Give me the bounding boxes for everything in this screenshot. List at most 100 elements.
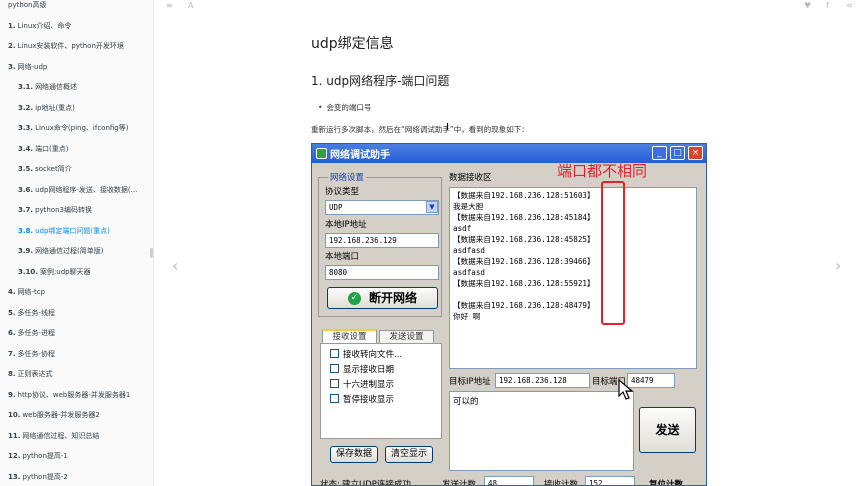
sidebar-item-number: 7. <box>8 349 16 358</box>
sidebar-item[interactable]: 3.8. udp绑定端口问题(重点) <box>0 222 153 240</box>
sidebar-item[interactable]: 3.7. python3编码转换 <box>0 201 153 219</box>
sidebar-item[interactable]: 7. 多任务-协程 <box>0 345 153 363</box>
sidebar-item-number: 3.4. <box>18 144 34 153</box>
sidebar-item[interactable]: 12. python提高-1 <box>0 447 153 465</box>
tab-send-settings: 发送设置 <box>379 330 434 344</box>
sidebar-item-number: 10. <box>8 411 21 419</box>
sidebar-item[interactable]: 11. 网络通信过程、知识总结 <box>0 427 153 445</box>
prev-page-icon[interactable]: ‹ <box>172 256 178 275</box>
annotation-box <box>601 181 625 325</box>
sidebar-item-number: 11. <box>8 431 21 440</box>
share-icon[interactable]: ⋖ <box>846 0 853 12</box>
sidebar-item[interactable]: 9. http协议、web服务器-并发服务器1 <box>0 386 153 404</box>
sidebar-item-number: 3. <box>8 62 16 71</box>
sidebar-item-label: 网络通信过程、知识总结 <box>22 431 100 440</box>
recv-option: 显示接收日期 <box>330 363 394 375</box>
save-data-button: 保存数据 <box>330 446 378 463</box>
check-circle-icon: ✓ <box>347 292 361 305</box>
sidebar-item-number: 2. <box>8 42 16 50</box>
recv-option: 暂停接收显示 <box>330 393 394 405</box>
reset-count-label: 复位计数 <box>649 480 684 486</box>
protocol-label: 协议类型 <box>325 187 360 197</box>
text-cursor-icon: I <box>446 122 449 133</box>
sidebar-item-label: 端口(重点) <box>35 144 69 153</box>
sidebar-item-label: 多任务-线程 <box>17 308 56 317</box>
next-page-icon[interactable]: › <box>835 256 841 275</box>
font-settings-icon[interactable]: A <box>188 0 193 12</box>
status-label: 状态: <box>320 480 340 486</box>
recv-count-label: 接收计数 <box>544 480 579 486</box>
sidebar-item[interactable]: 3.10. 案例:udp聊天器 <box>0 263 153 281</box>
recv-line: 【数据来自192.168.236.128:45184】 <box>453 213 595 222</box>
chevron-down-icon: ▼ <box>426 201 438 213</box>
target-ip-label: 目标IP地址 <box>449 377 491 387</box>
tab-recv-settings: 接收设置 <box>322 329 377 343</box>
sidebar-item-label: 多任务-进程 <box>17 329 56 337</box>
sidebar-item-number: 12. <box>8 452 21 460</box>
sidebar-item[interactable]: 3.3. Linux命令(ping、ifconfig等) <box>0 119 153 137</box>
sidebar-item-number: 1. <box>8 21 16 30</box>
disconnect-label: 断开网络 <box>368 291 417 305</box>
window-title: 网络调试助手 <box>330 150 390 161</box>
sidebar-item[interactable]: 13. python提高-2 <box>0 468 153 486</box>
sidebar-item-label: socket简介 <box>35 165 72 173</box>
sidebar-item-label: Linux安装软件、python开发环境 <box>17 42 124 50</box>
sidebar-item[interactable]: python高级 <box>0 0 153 14</box>
sidebar-item[interactable]: 10. web服务器-并发服务器2 <box>0 406 153 424</box>
local-ip-label: 本地IP地址 <box>325 220 367 230</box>
window-titlebar: 网络调试助手 _ □ × <box>312 144 706 163</box>
app-screenshot: 网络调试助手 _ □ × 网络设置 协议类型 UDP ▼ 本地IP地址 192.… <box>311 143 707 486</box>
sidebar-item-number: 3.10. <box>18 267 38 276</box>
sidebar-item-number: 4. <box>8 288 16 296</box>
section-heading: 1. udp网络程序-端口问题 <box>311 74 450 88</box>
recv-line: asdfasd <box>453 268 486 277</box>
sidebar-item-number: 9. <box>8 390 16 399</box>
close-icon: × <box>688 146 703 160</box>
sidebar-scrollbar[interactable] <box>150 248 153 258</box>
send-count-label: 发送计数 <box>442 480 477 486</box>
sidebar-item[interactable]: 5. 多任务-线程 <box>0 304 153 322</box>
checkbox-icon <box>330 349 339 358</box>
sidebar-item[interactable]: 3.6. udp网络程序-发送、接收数据(... <box>0 181 153 199</box>
facebook-icon[interactable]: f <box>826 0 829 12</box>
sidebar-item[interactable]: 4. 网络-tcp <box>0 283 153 301</box>
sidebar-item-label: python3编码转换 <box>35 206 93 214</box>
recv-count-field: 152 <box>585 476 635 485</box>
sidebar-item-number: 3.2. <box>18 103 34 112</box>
sidebar-item[interactable]: 2. Linux安装软件、python开发环境 <box>0 37 153 55</box>
sidebar-item-label: python高级 <box>8 1 47 9</box>
checkbox-icon <box>330 394 339 403</box>
sidebar-item[interactable]: 1. Linux介绍、命令 <box>0 17 153 35</box>
sidebar-item-label: python提高-2 <box>22 472 68 481</box>
recv-line: asdf <box>453 224 472 233</box>
sidebar-item-label: 正则表达式 <box>17 370 53 378</box>
sidebar-item[interactable]: 3.2. ip地址(重点) <box>0 99 153 117</box>
twitter-icon[interactable]: ♥ <box>804 0 811 12</box>
sidebar-item-label: 网络-tcp <box>17 288 46 296</box>
maximize-icon: □ <box>670 146 685 160</box>
sidebar-item[interactable]: 8. 正则表达式 <box>0 365 153 383</box>
disconnect-button: ✓ 断开网络 <box>327 287 438 309</box>
menu-icon[interactable]: ≡ <box>166 0 173 12</box>
local-port-field: 8080 <box>325 265 439 280</box>
recv-line: 你好 啊 <box>453 312 481 321</box>
sidebar-item-number: 8. <box>8 370 16 378</box>
sidebar-item[interactable]: 3.5. socket简介 <box>0 160 153 178</box>
send-area: 可以的 <box>449 391 634 471</box>
send-button: 发送 <box>639 407 696 453</box>
sidebar-item-label: 网络通信过程(简单版) <box>35 247 104 255</box>
sidebar-item-label: Linux命令(ping、ifconfig等) <box>35 124 129 132</box>
sidebar-item[interactable]: 3. 网络-udp <box>0 58 153 76</box>
status-text: 建立UDP连接成功 <box>342 480 411 486</box>
recv-line <box>453 289 693 300</box>
sidebar-item-label: web服务器-并发服务器2 <box>22 411 100 419</box>
sidebar-item[interactable]: 3.9. 网络通信过程(简单版) <box>0 242 153 260</box>
sidebar-item-label: 网络-udp <box>17 62 48 71</box>
sidebar-item-number: 6. <box>8 329 16 337</box>
recv-option: 十六进制显示 <box>330 378 394 390</box>
minimize-icon: _ <box>652 146 667 160</box>
sidebar-item[interactable]: 6. 多任务-进程 <box>0 324 153 342</box>
sidebar-item[interactable]: 3.4. 端口(重点) <box>0 140 153 158</box>
sidebar-item[interactable]: 3.1. 网络通信概述 <box>0 78 153 96</box>
bullet-item: 会变的端口号 <box>318 102 371 113</box>
